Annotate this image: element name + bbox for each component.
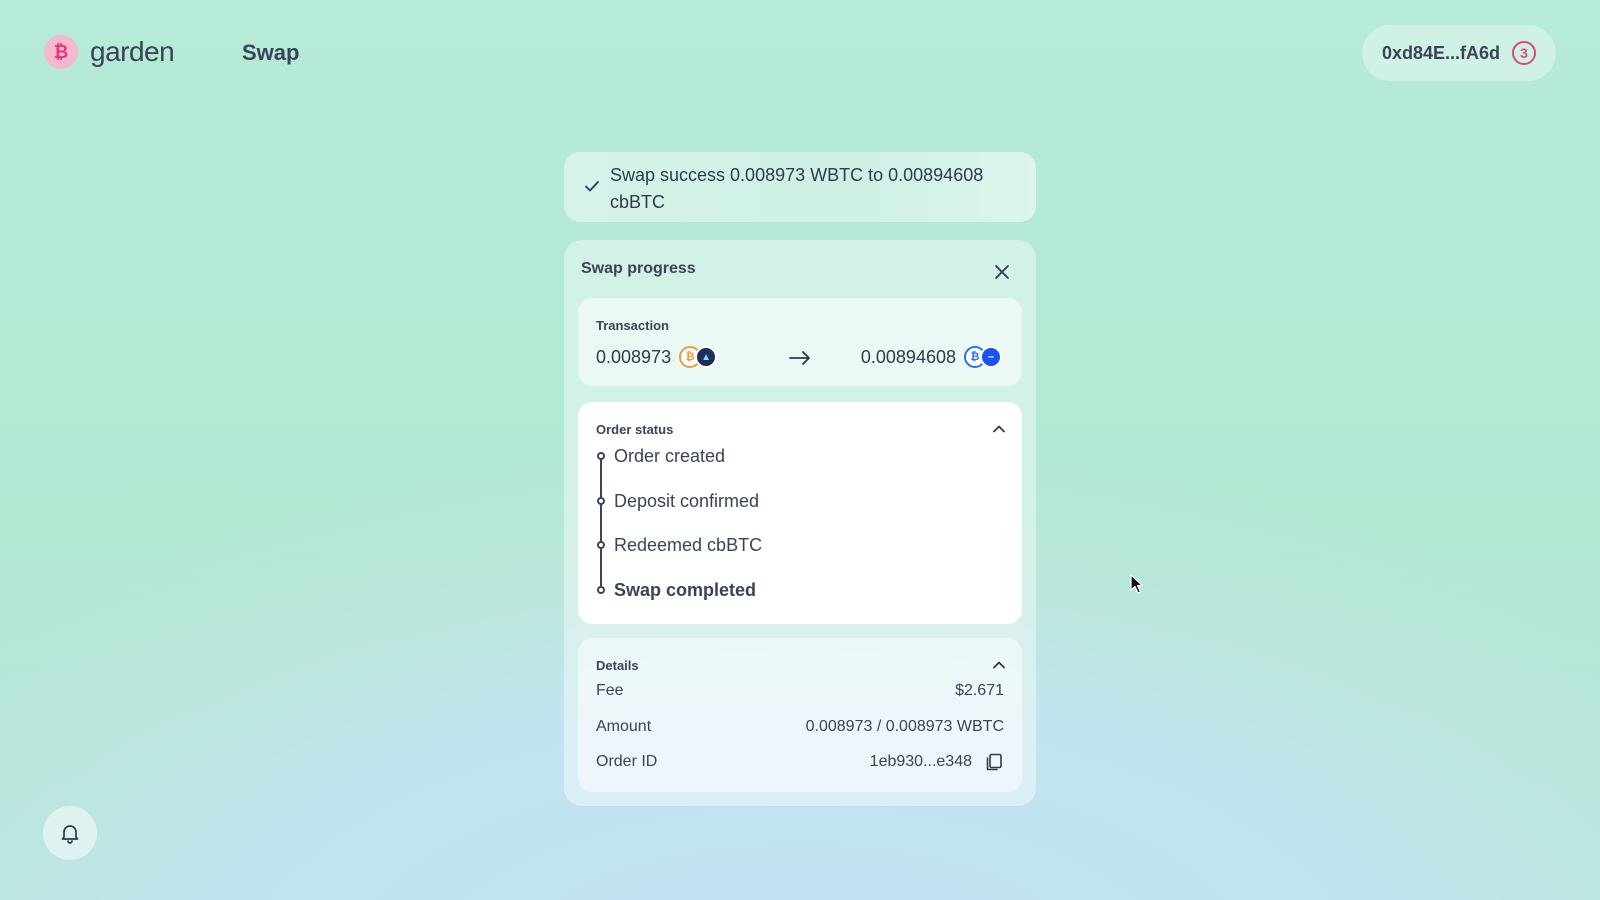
- status-step: Order created: [596, 446, 762, 491]
- fee-value: $2.671: [955, 682, 1004, 699]
- to-asset: 0.00894608 ₿ –: [861, 346, 1004, 368]
- order-id-row: Order ID 1eb930...e348: [596, 752, 1004, 772]
- order-id-wrap: 1eb930...e348: [870, 752, 1004, 772]
- wallet-address: 0xd84E...fA6d: [1381, 42, 1501, 63]
- success-toast: Swap success 0.008973 WBTC to 0.00894608…: [564, 152, 1036, 222]
- status-step: Swap completed: [596, 580, 762, 625]
- status-step: Deposit confirmed: [596, 491, 762, 536]
- wallet-count-badge: 3: [1512, 41, 1537, 65]
- arrow-right-icon: [789, 351, 810, 365]
- wallet-button[interactable]: 0xd84E...fA6d 3: [1362, 25, 1556, 81]
- fee-row: Fee $2.671: [596, 682, 1004, 700]
- logo-text: garden: [90, 36, 175, 67]
- order-status-label: Order status: [596, 422, 674, 437]
- copy-icon[interactable]: [984, 752, 1004, 772]
- close-icon[interactable]: [992, 262, 1012, 282]
- mouse-pointer-icon: [1130, 574, 1144, 594]
- from-asset: 0.008973 ₿ ▲: [596, 346, 719, 368]
- step-dot: [597, 496, 605, 505]
- bitcoin-b-icon: ₿: [44, 35, 78, 69]
- details-card: Details Fee $2.671 Amount 0.008973 / 0.0…: [578, 638, 1022, 792]
- step-label: Deposit confirmed: [614, 490, 760, 511]
- step-label: Redeemed cbBTC: [614, 535, 763, 555]
- chevron-up-icon[interactable]: [992, 422, 1006, 436]
- amount-row: Amount 0.008973 / 0.008973 WBTC: [596, 718, 1004, 736]
- nav-swap-link[interactable]: Swap: [242, 40, 299, 66]
- details-label: Details: [596, 658, 639, 673]
- status-steps: Order created Deposit confirmed Redeemed…: [596, 446, 762, 624]
- order-status-card: Order status Order created Deposit confi…: [578, 402, 1022, 624]
- amount-value: 0.008973 / 0.008973 WBTC: [805, 718, 1004, 735]
- order-id-label: Order ID: [596, 753, 658, 770]
- transaction-card: Transaction 0.008973 ₿ ▲ 0.00894608 ₿ –: [578, 298, 1022, 386]
- chain-icon: ▲: [695, 346, 718, 368]
- step-dot: [597, 541, 605, 549]
- chevron-up-icon[interactable]: [992, 658, 1006, 672]
- order-id-value: 1eb930...e348: [869, 753, 972, 770]
- fee-label: Fee: [596, 682, 624, 699]
- step-label: Order created: [614, 446, 726, 466]
- base-chain-icon: –: [980, 346, 1002, 368]
- bell-icon: [61, 825, 79, 844]
- step-label: Swap completed: [614, 579, 757, 600]
- amount-label: Amount: [596, 718, 652, 735]
- panel-title: Swap progress: [581, 260, 696, 277]
- garden-logo[interactable]: ₿ garden: [44, 35, 175, 69]
- check-icon: [585, 181, 599, 192]
- to-token-pair: ₿ –: [964, 346, 1004, 368]
- step-dot: [597, 452, 605, 460]
- transaction-label: Transaction: [596, 318, 669, 333]
- from-token-pair: ₿ ▲: [679, 346, 719, 368]
- from-amount: 0.008973: [596, 346, 672, 367]
- toast-message: Swap success 0.008973 WBTC to 0.00894608…: [610, 165, 984, 212]
- swap-progress-panel: Swap progress Transaction 0.008973 ₿ ▲ 0…: [564, 240, 1036, 806]
- to-amount: 0.00894608: [860, 346, 956, 367]
- step-dot: [597, 585, 605, 594]
- status-step: Redeemed cbBTC: [596, 535, 762, 580]
- notifications-button[interactable]: [43, 806, 97, 860]
